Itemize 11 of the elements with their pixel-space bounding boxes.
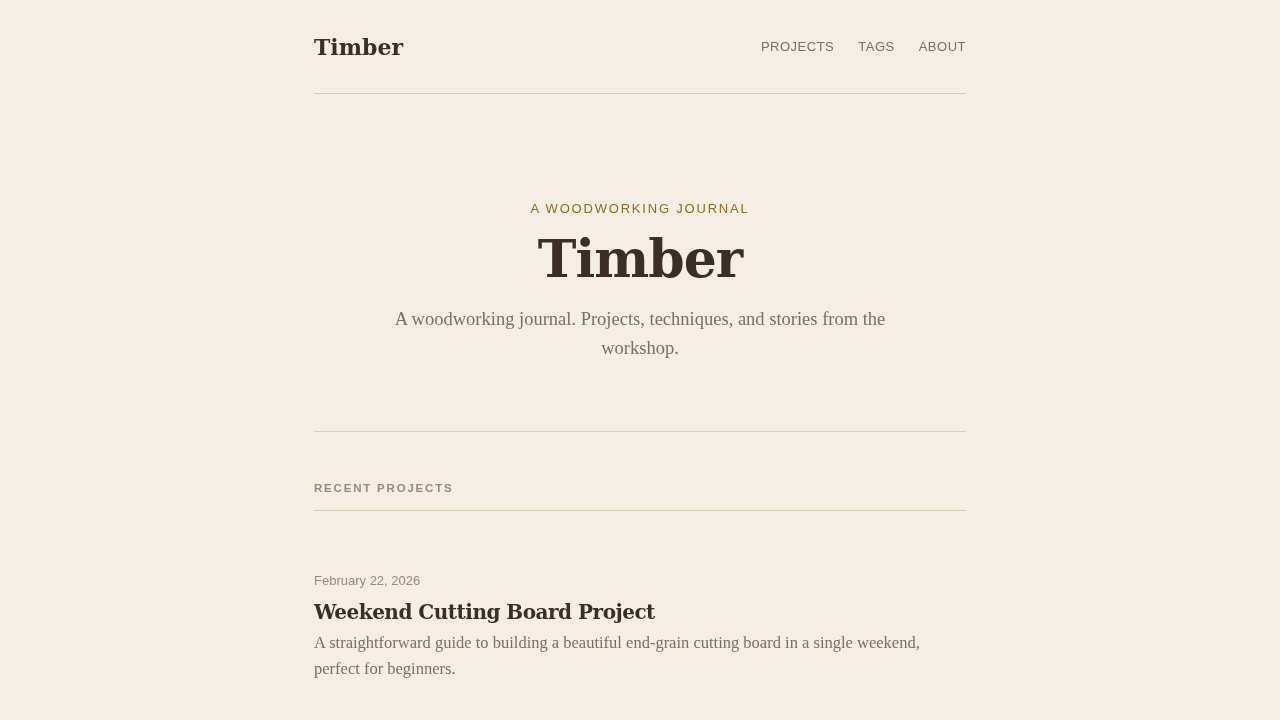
hero-eyebrow: A WOODWORKING JOURNAL (530, 201, 750, 216)
site-logo[interactable]: Timber (314, 33, 403, 60)
section-heading: RECENT PROJECTS (314, 482, 966, 512)
nav-link[interactable]: PROJECTS (760, 39, 835, 54)
nav-link[interactable]: ABOUT (918, 39, 966, 54)
post-title[interactable]: Weekend Cutting Board Project (314, 600, 966, 625)
nav-link[interactable]: TAGS (858, 39, 895, 54)
hero-subtitle: A woodworking journal. Projects, techniques, and stories from the workshop. (393, 308, 887, 361)
post-date: February 22, 2026 (314, 573, 422, 589)
post-excerpt: A straightforward guide to building a beautiful end-grain cutting board in a single weekend, perfect for beginners. (314, 632, 921, 681)
hero-title: Timber (537, 230, 743, 288)
